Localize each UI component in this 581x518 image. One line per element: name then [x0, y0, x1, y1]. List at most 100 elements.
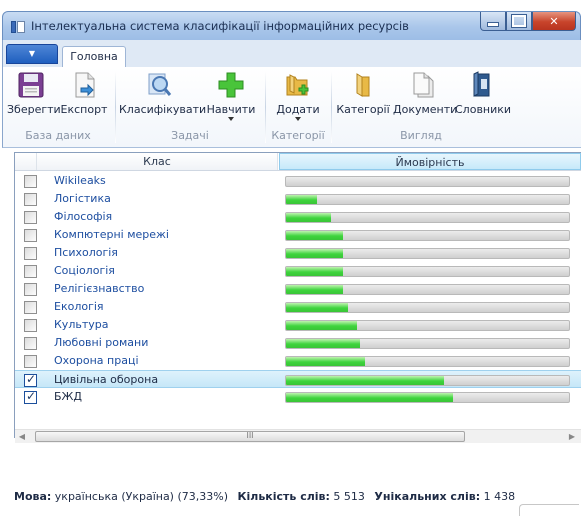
- classification-grid[interactable]: Клас Ймовірність Wikileaks Логістика Філос…: [14, 152, 581, 443]
- probability-bar: [285, 302, 570, 313]
- row-checkbox[interactable]: [24, 211, 37, 224]
- row-checkbox[interactable]: [24, 265, 37, 278]
- row-class-label: Логістика: [54, 192, 111, 205]
- tab-home[interactable]: Головна: [62, 46, 126, 68]
- row-checkbox[interactable]: [24, 283, 37, 296]
- app-icon: [11, 21, 25, 33]
- documents-icon: [409, 71, 437, 99]
- row-class-label: Філософія: [54, 210, 113, 223]
- probability-bar-fill: [286, 303, 349, 312]
- row-checkbox[interactable]: [24, 175, 37, 188]
- row-checkbox[interactable]: [24, 337, 37, 350]
- probability-bar: [285, 176, 570, 187]
- classify-button[interactable]: Класифікувати: [119, 71, 206, 116]
- probability-bar-fill: [286, 285, 343, 294]
- probability-bar: [285, 284, 570, 295]
- word-count-label: Кількість слів:: [237, 490, 330, 503]
- export-button[interactable]: Експорт: [59, 71, 109, 116]
- probability-bar-fill: [286, 213, 332, 222]
- row-class-label: БЖД: [54, 390, 82, 403]
- window-titlebar[interactable]: Інтелектуальна система класифікації інфо…: [2, 11, 581, 40]
- resize-grip[interactable]: [519, 504, 579, 516]
- row-checkbox[interactable]: [24, 301, 37, 314]
- probability-bar-fill: [286, 339, 360, 348]
- row-checkbox[interactable]: [24, 193, 37, 206]
- minimize-button[interactable]: [480, 12, 506, 31]
- table-row[interactable]: Цивільна оборона: [15, 370, 581, 388]
- application-menu-button[interactable]: ▼: [6, 44, 58, 64]
- floppy-disk-icon: [17, 71, 45, 99]
- add-category-button[interactable]: Додати: [273, 71, 323, 121]
- close-button[interactable]: ✕: [532, 12, 576, 31]
- table-row[interactable]: Охорона праці: [15, 352, 581, 370]
- table-row[interactable]: Соціологія: [15, 262, 581, 280]
- row-checkbox[interactable]: [24, 247, 37, 260]
- row-class-label: Соціологія: [54, 264, 115, 277]
- row-checkbox[interactable]: [24, 319, 37, 332]
- save-button[interactable]: Зберегти: [7, 71, 61, 116]
- row-class-label: Цивільна оборона: [54, 373, 159, 386]
- probability-bar: [285, 248, 570, 259]
- table-row[interactable]: Психологія: [15, 244, 581, 262]
- ribbon-group-tasks: Класифікувати Навчити Задачі: [117, 67, 263, 147]
- probability-bar: [285, 392, 570, 403]
- green-plus-icon: [217, 71, 245, 99]
- view-dictionaries-button[interactable]: Словники: [455, 71, 511, 116]
- language-label: Мова:: [14, 490, 52, 503]
- probability-bar: [285, 338, 570, 349]
- add-folder-icon: [284, 71, 312, 99]
- probability-bar: [285, 375, 570, 386]
- horizontal-scrollbar[interactable]: ◀ III ▶: [15, 429, 581, 443]
- train-button[interactable]: Навчити: [203, 71, 259, 121]
- table-row[interactable]: Культура: [15, 316, 581, 334]
- probability-bar-fill: [286, 231, 343, 240]
- dropdown-arrow-icon[interactable]: [295, 117, 301, 121]
- ribbon-group-categories: Додати Категорії: [267, 67, 329, 147]
- probability-bar-fill: [286, 357, 366, 366]
- row-class-label: Культура: [54, 318, 109, 331]
- probability-bar-fill: [286, 249, 343, 258]
- row-class-label: Екологія: [54, 300, 104, 313]
- header-check-column[interactable]: [15, 153, 37, 170]
- row-class-label: Компютерні мережі: [54, 228, 169, 241]
- row-checkbox[interactable]: [24, 355, 37, 368]
- export-document-icon: [70, 71, 98, 99]
- unique-words-label: Унікальних слів:: [374, 490, 481, 503]
- probability-bar-fill: [286, 321, 357, 330]
- group-separator: [265, 71, 266, 143]
- maximize-button[interactable]: [506, 12, 532, 31]
- probability-bar: [285, 266, 570, 277]
- header-class-column[interactable]: Клас: [37, 153, 278, 170]
- ribbon-group-view: Категорії Документи Словники Вигляд: [333, 67, 511, 147]
- table-row[interactable]: Релігієзнавство: [15, 280, 581, 298]
- group-separator: [115, 71, 116, 143]
- scroll-left-icon[interactable]: ◀: [17, 432, 27, 442]
- table-row[interactable]: Wikileaks: [15, 172, 581, 190]
- ribbon-group-label: Задачі: [171, 129, 209, 142]
- row-checkbox[interactable]: [24, 372, 37, 387]
- classify-magnifier-icon: [144, 71, 172, 99]
- scroll-right-icon[interactable]: ▶: [567, 432, 577, 442]
- table-row[interactable]: Логістика: [15, 190, 581, 208]
- table-row[interactable]: Філософія: [15, 208, 581, 226]
- window-title: Інтелектуальна система класифікації інфо…: [31, 19, 409, 33]
- table-row[interactable]: Любовні романи: [15, 334, 581, 352]
- probability-bar-fill: [286, 267, 343, 276]
- probability-bar-fill: [286, 393, 453, 402]
- ribbon-group-label: Категорії: [271, 129, 325, 142]
- view-categories-button[interactable]: Категорії: [335, 71, 391, 116]
- row-checkbox[interactable]: [24, 229, 37, 242]
- scroll-thumb[interactable]: III: [35, 431, 465, 442]
- table-row[interactable]: БЖД: [15, 388, 581, 406]
- ribbon-group-database: Зберегти Експорт База даних: [3, 67, 113, 147]
- probability-bar: [285, 356, 570, 367]
- dropdown-arrow-icon[interactable]: [228, 117, 234, 121]
- probability-bar: [285, 194, 570, 205]
- header-probability-column[interactable]: Ймовірність: [279, 153, 581, 170]
- word-count-value: 5 513: [333, 490, 365, 503]
- view-documents-button[interactable]: Документи: [393, 71, 457, 116]
- table-row[interactable]: Компютерні мережі: [15, 226, 581, 244]
- probability-bar-fill: [286, 195, 318, 204]
- row-checkbox[interactable]: [24, 389, 37, 404]
- table-row[interactable]: Екологія: [15, 298, 581, 316]
